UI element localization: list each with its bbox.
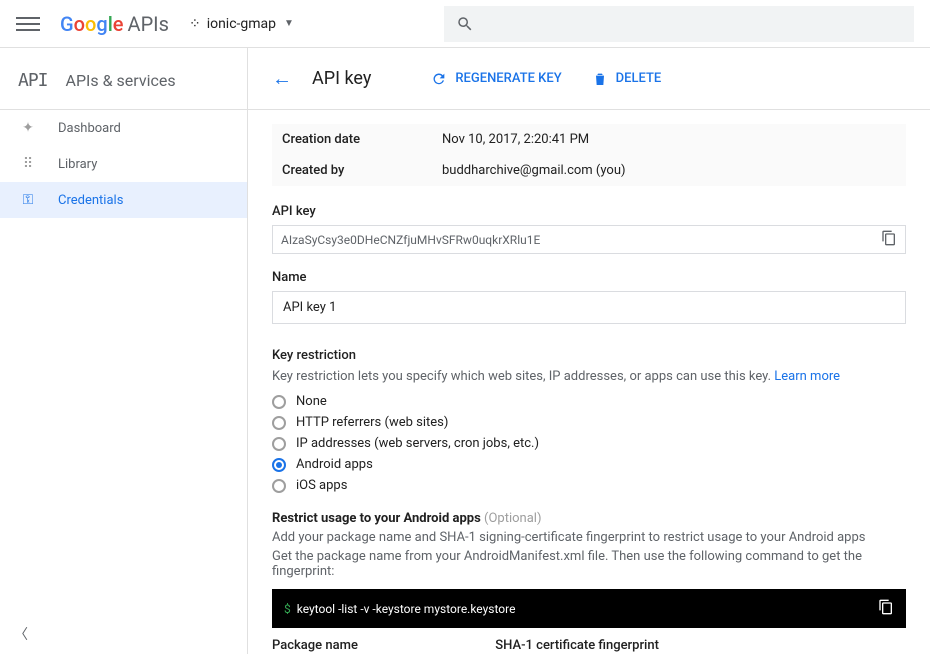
android-heading: Restrict usage to your Android apps (Opt… <box>272 511 906 526</box>
api-key-field: AIzaSyCsy3e0DHeCNZfjuMHvSFRw0uqkrXRlu1E <box>272 225 906 254</box>
back-arrow-icon[interactable]: ← <box>272 66 292 91</box>
trash-icon <box>592 71 608 87</box>
main: ← API key Regenerate key Delete Creation… <box>248 48 930 654</box>
sidebar-item-label: Library <box>58 157 97 172</box>
caret-down-icon: ▼ <box>284 18 294 29</box>
command-box: $ keytool -list -v -keystore mystore.key… <box>272 589 906 628</box>
restriction-label: Key restriction <box>272 348 906 363</box>
restriction-option[interactable]: Android apps <box>272 457 906 472</box>
creation-date-label: Creation date <box>282 132 442 147</box>
restriction-option[interactable]: None <box>272 394 906 409</box>
sidebar: API APIs & services ✦ Dashboard ⠿ Librar… <box>0 48 248 654</box>
api-key-value: AIzaSyCsy3e0DHeCNZfjuMHvSFRw0uqkrXRlu1E <box>281 233 540 247</box>
sidebar-item-credentials[interactable]: ⚿ Credentials <box>0 182 247 218</box>
sidebar-item-library[interactable]: ⠿ Library <box>0 146 247 182</box>
restriction-option[interactable]: iOS apps <box>272 478 906 493</box>
sidebar-item-label: Credentials <box>58 193 123 208</box>
radio-icon <box>272 416 286 430</box>
search-input[interactable] <box>444 6 914 42</box>
restriction-option-label: HTTP referrers (web sites) <box>296 415 448 430</box>
optional-label: (Optional) <box>484 511 541 526</box>
name-input[interactable] <box>272 291 906 324</box>
search-icon <box>456 15 474 33</box>
restriction-help: Key restriction lets you specify which w… <box>272 369 906 384</box>
restriction-option-label: iOS apps <box>296 478 347 493</box>
created-by-value: buddharchive@gmail.com (you) <box>442 163 896 178</box>
collapse-sidebar-icon[interactable]: 〈 <box>14 624 28 644</box>
regenerate-key-button[interactable]: Regenerate key <box>431 71 561 87</box>
android-help-line2: Get the package name from your AndroidMa… <box>272 549 906 579</box>
regenerate-label: Regenerate key <box>455 71 561 86</box>
creation-date-value: Nov 10, 2017, 2:20:41 PM <box>442 132 896 147</box>
sidebar-item-dashboard[interactable]: ✦ Dashboard <box>0 110 247 146</box>
restriction-option-label: None <box>296 394 327 409</box>
delete-button[interactable]: Delete <box>592 71 662 87</box>
meta-table: Creation date Nov 10, 2017, 2:20:41 PM C… <box>272 124 906 186</box>
library-icon: ⠿ <box>18 156 38 172</box>
delete-label: Delete <box>616 71 662 86</box>
page-title: API key <box>312 68 371 89</box>
android-help-line1: Add your package name and SHA-1 signing-… <box>272 530 906 545</box>
brand-logo[interactable]: Google APIs <box>60 12 169 36</box>
api-key-label: API key <box>272 204 906 219</box>
learn-more-link[interactable]: Learn more <box>774 369 840 384</box>
command-prompt: $ <box>284 602 291 616</box>
radio-icon <box>272 479 286 493</box>
command-text: keytool -list -v -keystore mystore.keyst… <box>297 602 516 616</box>
radio-icon <box>272 395 286 409</box>
created-by-label: Created by <box>282 163 442 178</box>
refresh-icon <box>431 71 447 87</box>
restriction-option[interactable]: HTTP referrers (web sites) <box>272 415 906 430</box>
project-picker[interactable]: ⁘ ionic-gmap ▼ <box>189 16 294 32</box>
radio-icon <box>272 458 286 472</box>
project-icon: ⁘ <box>189 16 201 32</box>
sidebar-item-label: Dashboard <box>58 121 121 136</box>
radio-icon <box>272 437 286 451</box>
restriction-radio-group: None HTTP referrers (web sites) IP address… <box>272 394 906 493</box>
copy-api-key-icon[interactable] <box>881 230 897 249</box>
sidebar-title[interactable]: API APIs & services <box>0 60 247 110</box>
package-name-label: Package name <box>272 638 475 653</box>
topbar: Google APIs ⁘ ionic-gmap ▼ <box>0 0 930 48</box>
restriction-option-label: Android apps <box>296 457 373 472</box>
copy-command-icon[interactable] <box>878 599 894 618</box>
main-header: ← API key Regenerate key Delete <box>248 48 930 110</box>
dashboard-icon: ✦ <box>18 120 38 136</box>
menu-icon[interactable] <box>16 12 40 36</box>
restriction-option[interactable]: IP addresses (web servers, cron jobs, et… <box>272 436 906 451</box>
project-name: ionic-gmap <box>207 16 276 32</box>
name-label: Name <box>272 270 906 285</box>
api-logo-icon: API <box>18 70 48 91</box>
key-icon: ⚿ <box>18 192 38 208</box>
restriction-option-label: IP addresses (web servers, cron jobs, et… <box>296 436 539 451</box>
sidebar-title-text: APIs & services <box>66 71 176 90</box>
sha1-label: SHA-1 certificate fingerprint <box>495 638 861 653</box>
